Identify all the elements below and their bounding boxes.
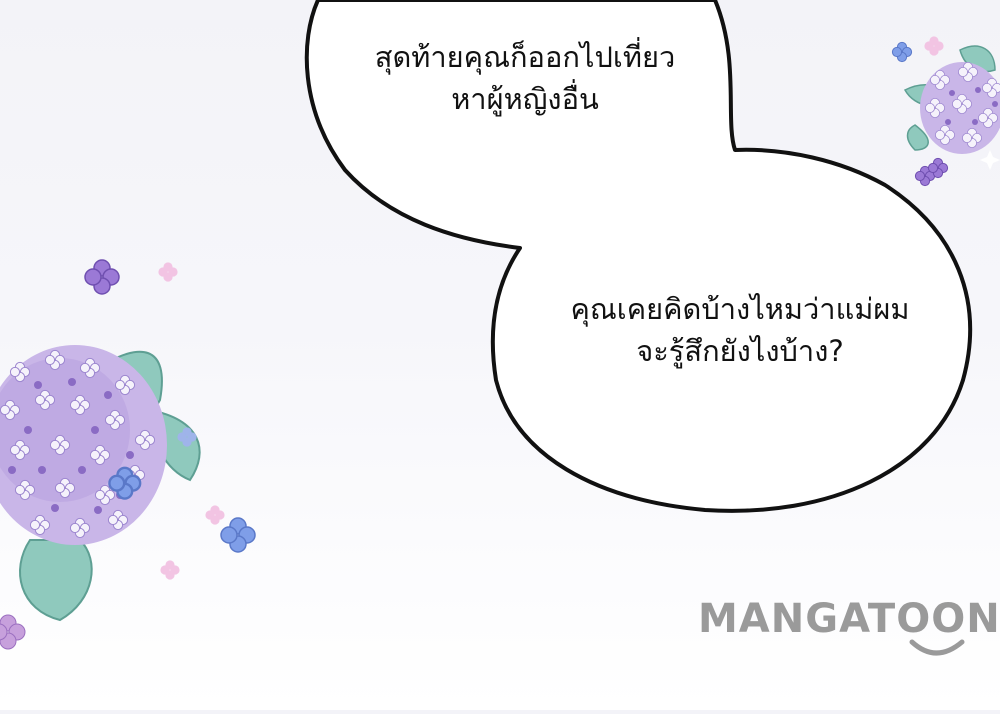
hydrangea-flower-icon bbox=[924, 36, 944, 56]
speech-bubble-text-1: สุดท้ายคุณก็ออกไปเที่ยว หาผู้หญิงอื่น bbox=[330, 36, 720, 120]
comic-panel: สุดท้ายคุณก็ออกไปเที่ยว หาผู้หญิงอื่น คุ… bbox=[0, 0, 1000, 710]
speech-line: คุณเคยคิดบ้างไหมว่าแม่ผม bbox=[570, 292, 910, 326]
hydrangea-right-icon bbox=[891, 36, 1000, 187]
speech-bubble-text-2: คุณเคยคิดบ้างไหมว่าแม่ผม จะรู้สึกยังไงบ้… bbox=[520, 288, 960, 372]
hydrangea-flower-icon bbox=[891, 41, 913, 63]
speech-line: หาผู้หญิงอื่น bbox=[451, 82, 599, 116]
hydrangea-flower-icon bbox=[220, 517, 256, 553]
hydrangea-flower-icon bbox=[0, 614, 26, 650]
speech-line: สุดท้ายคุณก็ออกไปเที่ยว bbox=[374, 40, 676, 74]
speech-line: จะรู้สึกยังไงบ้าง? bbox=[636, 334, 844, 368]
sparkle-icon bbox=[980, 150, 1000, 170]
hydrangea-flower-icon bbox=[84, 259, 120, 295]
watermark-smile-icon bbox=[909, 639, 965, 656]
mangatoon-watermark: MANGATOON bbox=[698, 596, 1000, 642]
leaf-icon bbox=[19, 539, 93, 622]
hydrangea-flower-icon bbox=[914, 157, 949, 187]
